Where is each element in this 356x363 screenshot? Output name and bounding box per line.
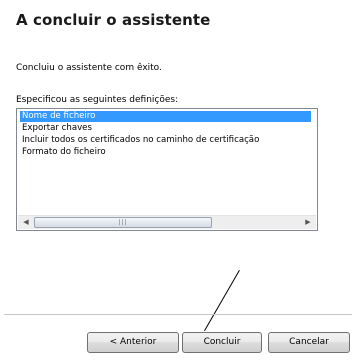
settings-label: Especificou as seguintes definições: — [16, 95, 179, 105]
scroll-right-icon[interactable]: ▶ — [302, 217, 314, 228]
scroll-left-icon[interactable]: ◀ — [20, 217, 32, 228]
wizard-title: A concluir o assistente — [16, 11, 211, 29]
finish-button[interactable]: Concluir — [182, 332, 262, 353]
list-item[interactable]: Nome de ficheiro — [20, 111, 311, 122]
list-item[interactable]: Incluir todos os certificados no caminho… — [20, 135, 261, 146]
list-item[interactable]: Exportar chaves — [20, 123, 94, 134]
scrollbar-thumb[interactable]: ||| — [34, 217, 212, 228]
horizontal-scrollbar[interactable]: ◀ ||| ▶ — [18, 215, 316, 229]
cancel-button[interactable]: Cancelar — [268, 332, 350, 353]
grip-icon: ||| — [118, 219, 128, 226]
settings-listbox[interactable]: Nome de ficheiro Exportar chaves Incluir… — [16, 108, 318, 231]
pointer-annotation-line — [204, 270, 240, 332]
list-item[interactable]: Formato do ficheiro — [20, 147, 108, 158]
separator-line — [4, 314, 352, 315]
success-message: Concluiu o assistente com êxito. — [16, 63, 162, 73]
back-button[interactable]: < Anterior — [87, 332, 179, 353]
